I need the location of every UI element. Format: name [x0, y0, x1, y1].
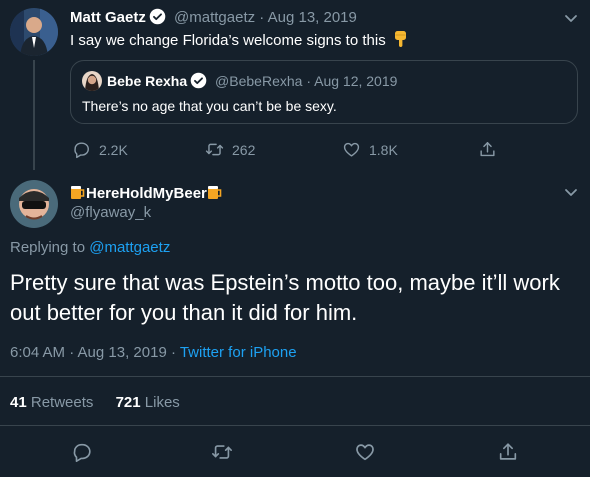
main-author-name: HereHoldMyBeer	[86, 185, 207, 202]
parent-reply-count: 2.2K	[99, 141, 128, 158]
parent-reply-button[interactable]: 2.2K	[72, 140, 128, 159]
parent-like-button[interactable]: 1.8K	[342, 140, 398, 159]
quoted-tweet-date: · Aug 12, 2019	[306, 73, 398, 89]
retweet-icon	[212, 445, 232, 459]
quoted-verified-badge-icon	[190, 72, 207, 89]
divider-top	[0, 376, 590, 377]
avatar-matt-gaetz[interactable]	[10, 8, 58, 56]
retweets-count: 41	[10, 394, 27, 411]
thread-connector-line	[33, 60, 35, 170]
main-tweet-text: Pretty sure that was Epstein’s motto too…	[10, 270, 560, 325]
quoted-author-name: Bebe Rexha	[107, 73, 188, 89]
quoted-author-handle: @BebeRexha	[215, 73, 303, 89]
parent-retweet-count: 262	[232, 141, 256, 158]
retweet-icon	[205, 143, 224, 156]
main-retweet-button[interactable]	[211, 441, 233, 463]
main-share-button[interactable]	[497, 441, 519, 463]
parent-retweet-button[interactable]: 262	[205, 140, 255, 159]
beer-mug-icon-trailing	[207, 186, 222, 199]
parent-like-count: 1.8K	[369, 141, 398, 158]
quoted-tweet-card[interactable]: Bebe Rexha @BebeRexha · Aug 12, 2019 The…	[70, 60, 578, 124]
main-reply-button[interactable]	[71, 441, 93, 463]
retweets-stat[interactable]: 41 Retweets	[10, 394, 93, 411]
pointing-down-hand-icon	[394, 31, 406, 47]
reply-icon	[73, 443, 91, 462]
replying-to-line: Replying to @mattgaetz	[10, 239, 170, 256]
avatar-herehold-mybeer[interactable]	[10, 180, 58, 228]
parent-author-handle[interactable]: @mattgaetz	[174, 9, 255, 26]
engagement-stats: 41 Retweets 721 Likes	[10, 394, 180, 411]
parent-tweet-date[interactable]: · Aug 13, 2019	[259, 9, 357, 26]
beer-mug-icon	[71, 186, 85, 199]
parent-tweet-header: Matt Gaetz @mattgaetz · Aug 13, 2019	[70, 8, 357, 26]
share-icon	[499, 443, 517, 460]
likes-count: 721	[115, 394, 141, 411]
quoted-tweet-header: Bebe Rexha @BebeRexha · Aug 12, 2019	[107, 72, 397, 89]
main-author-handle[interactable]: @flyaway_k	[70, 204, 151, 221]
tweet-client-link[interactable]: Twitter for iPhone	[180, 344, 297, 361]
parent-share-button[interactable]	[478, 140, 497, 159]
heart-icon	[343, 142, 360, 157]
quoted-tweet-text: There’s no age that you can’t be be sexy…	[82, 98, 337, 114]
replying-to-handle-link[interactable]: @mattgaetz	[89, 239, 170, 256]
main-tweet-author[interactable]: HereHoldMyBeer	[70, 184, 223, 202]
parent-tweet-text-row: I say we change Florida’s welcome signs …	[70, 30, 409, 49]
parent-author-name[interactable]: Matt Gaetz	[70, 9, 146, 26]
parent-menu-chevron-icon[interactable]	[561, 8, 581, 28]
likes-label: Likes	[144, 394, 180, 411]
heart-icon	[356, 444, 374, 461]
main-like-button[interactable]	[354, 441, 376, 463]
likes-stat[interactable]: 721 Likes	[116, 394, 180, 411]
main-menu-chevron-icon[interactable]	[561, 182, 581, 202]
reply-icon	[74, 142, 89, 159]
share-icon	[480, 142, 495, 157]
retweets-label: Retweets	[30, 394, 94, 411]
parent-tweet-text: I say we change Florida’s welcome signs …	[70, 32, 386, 49]
avatar-bebe-rexha	[82, 71, 102, 91]
divider-bottom	[0, 425, 590, 426]
verified-badge-icon	[149, 8, 166, 25]
main-tweet-meta: 6:04 AM · Aug 13, 2019 · Twitter for iPh…	[10, 344, 297, 361]
replying-to-prefix: Replying to	[10, 239, 86, 256]
main-tweet-timestamp[interactable]: 6:04 AM · Aug 13, 2019 ·	[10, 344, 180, 361]
